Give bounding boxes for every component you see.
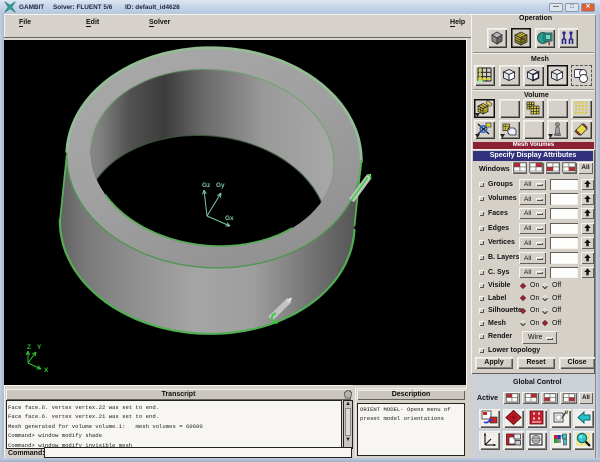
svg-text:Gy: Gy — [216, 182, 225, 189]
svg-text:Gx: Gx — [225, 215, 234, 222]
svg-text:X: X — [44, 367, 49, 374]
svg-text:Gz: Gz — [202, 182, 211, 189]
svg-text:Y: Y — [37, 344, 42, 351]
svg-text:Z: Z — [27, 344, 31, 351]
